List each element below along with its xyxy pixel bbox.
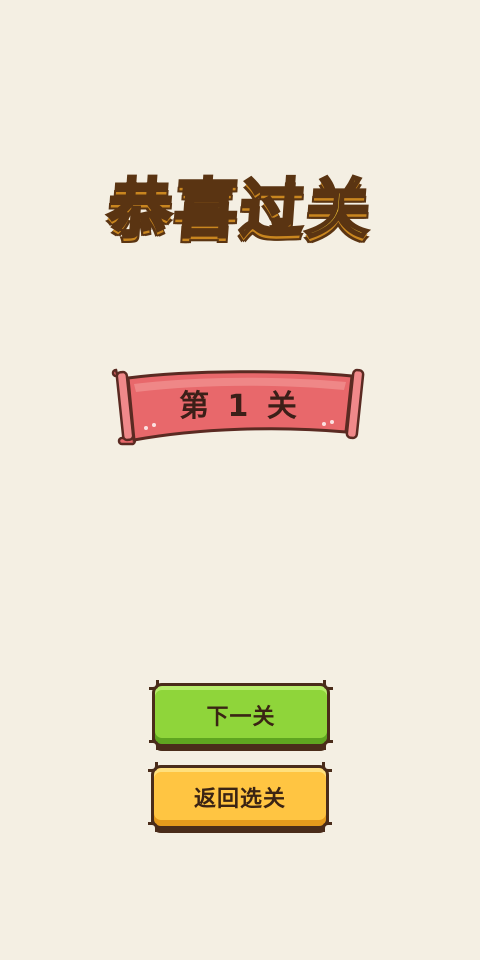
back-to-level-select-label: 返回选关 bbox=[193, 787, 286, 812]
button-corner bbox=[323, 680, 333, 690]
button-corner bbox=[149, 680, 159, 690]
button-corner bbox=[322, 822, 332, 832]
button-corner bbox=[322, 762, 332, 772]
button-corner bbox=[148, 762, 158, 772]
next-level-label: 下一关 bbox=[206, 705, 276, 730]
back-to-level-select-button[interactable]: 返回选关 bbox=[148, 762, 332, 832]
level-label: 第 1 关 bbox=[179, 389, 301, 424]
next-level-button[interactable]: 下一关 bbox=[149, 680, 333, 750]
title-container: 恭喜过关 bbox=[0, 172, 480, 249]
level-complete-screen: 恭喜过关 第 1 关 下一关 返回选关 bbox=[0, 0, 480, 960]
button-corner bbox=[149, 740, 159, 750]
congrats-title: 恭喜过关 bbox=[104, 172, 376, 249]
button-corner bbox=[148, 822, 158, 832]
level-banner: 第 1 关 bbox=[110, 362, 370, 448]
button-corner bbox=[323, 740, 333, 750]
